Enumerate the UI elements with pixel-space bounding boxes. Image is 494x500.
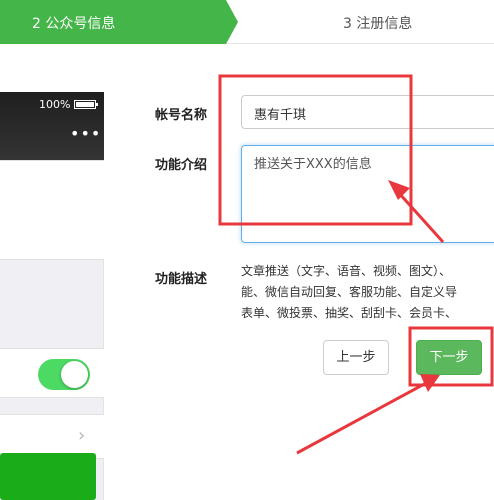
phone-header: 100% ••• xyxy=(0,92,104,160)
description-label: 功能描述 xyxy=(155,272,208,287)
more-icon[interactable]: ••• xyxy=(70,124,101,143)
description-line: 文章推送（文字、语音、视频、图文）、 xyxy=(241,264,452,278)
account-name-label: 帐号名称 xyxy=(155,108,208,123)
account-name-input[interactable]: 惠有千琪 xyxy=(241,95,494,129)
description-line: 能、微信自动回复、客服功能、自定义导 xyxy=(241,285,458,299)
intro-label: 功能介绍 xyxy=(155,158,208,173)
battery-percent: 100% xyxy=(39,98,71,111)
step-next-label: 3 注册信息 xyxy=(343,16,413,32)
intro-textarea[interactable]: 推送关于XXX的信息 xyxy=(241,145,494,243)
progress-steps: 2 公众号信息 3 注册信息 xyxy=(0,0,494,44)
step-current: 2 公众号信息 xyxy=(0,0,238,44)
next-step-button[interactable]: 下一步 xyxy=(416,340,482,375)
battery-icon xyxy=(74,100,98,109)
step-current-label: 2 公众号信息 xyxy=(32,16,116,32)
description-line: 表单、微投票、抽奖、刮刮卡、会员卡、 xyxy=(241,306,458,320)
toggle-knob xyxy=(61,361,88,388)
phone-green-button[interactable] xyxy=(0,453,96,500)
description-text: 文章推送（文字、语音、视频、图文）、 能、微信自动回复、客服功能、自定义导 表单… xyxy=(241,261,494,324)
phone-section xyxy=(0,160,104,260)
page: 2 公众号信息 3 注册信息 100% ••• › 帐号名称 惠有千琪 功能介绍… xyxy=(0,0,494,500)
phone-preview: 100% ••• xyxy=(0,92,104,500)
phone-toggle-switch[interactable] xyxy=(38,359,90,390)
annotation-arrow-up-right xyxy=(296,374,440,455)
previous-step-button[interactable]: 上一步 xyxy=(323,340,389,375)
chevron-right-icon: › xyxy=(78,425,86,446)
